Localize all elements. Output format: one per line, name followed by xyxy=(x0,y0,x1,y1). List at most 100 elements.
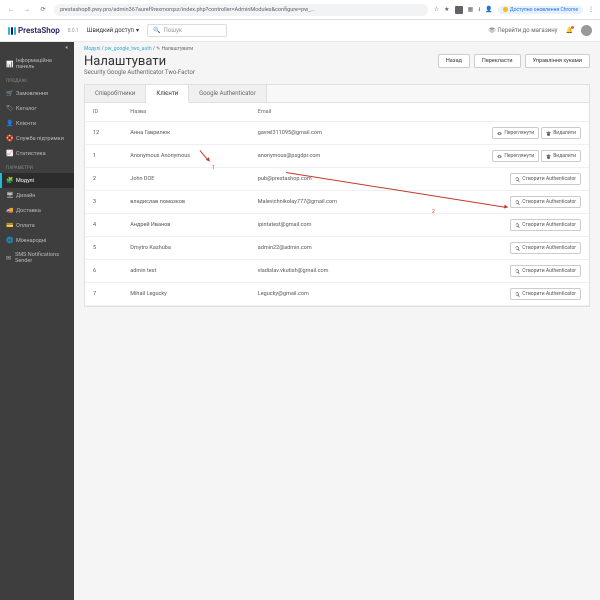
page-subtitle: Security Google Authenticator Two-Factor xyxy=(84,69,195,76)
manage-hooks-button[interactable]: Управління хуками xyxy=(525,54,590,68)
star-icon[interactable]: ★ xyxy=(444,6,449,13)
cell-name: John DOE xyxy=(122,168,249,191)
menu-icon[interactable]: ⋮ xyxy=(588,6,594,13)
sidebar-item-payment[interactable]: 💳Оплата xyxy=(0,218,74,233)
cell-name: владислав помазков xyxy=(122,191,249,214)
sidebar-item-modules[interactable]: 🧩Модулі xyxy=(0,173,74,188)
breadcrumb-configure[interactable]: ✎ Налаштувати xyxy=(156,46,193,52)
logo-icon xyxy=(8,27,16,35)
sidebar-item-customers[interactable]: 👤Клієнти xyxy=(0,116,74,131)
col-name: Назва xyxy=(122,103,249,122)
table-row: 2John DOEpub@prestashop.comСтворити Auth… xyxy=(85,168,589,191)
puzzle-icon: 🧩 xyxy=(6,177,12,184)
update-dot-icon xyxy=(503,7,508,12)
browser-url-bar[interactable]: prestashop8.pwy.pro/admin367auref9rexmor… xyxy=(54,4,428,16)
chevron-down-icon: ▾ xyxy=(136,27,139,34)
create-authenticator-button[interactable]: Створити Authenticator xyxy=(510,219,581,231)
table-row: 7Mihail LeguckyLegucky@gmail.comСтворити… xyxy=(85,283,589,306)
tab-employees[interactable]: Співробітники xyxy=(85,85,146,102)
back-button[interactable]: Назад xyxy=(438,54,470,68)
tab-clients[interactable]: Клієнти xyxy=(146,85,189,103)
create-authenticator-button[interactable]: Створити Authenticator xyxy=(510,173,581,185)
translate-icon[interactable]: ☆ xyxy=(434,6,439,13)
sidebar-collapse-icon[interactable]: « xyxy=(0,42,74,54)
create-authenticator-button[interactable]: Створити Authenticator xyxy=(510,265,581,277)
sidebar-item-sms[interactable]: ✉SMS Notifications Sender xyxy=(0,248,74,268)
goto-store-link[interactable]: 👁 Перейти до магазину xyxy=(488,27,557,34)
url-text: prestashop8.pwy.pro/admin367auref9rexmor… xyxy=(60,7,315,13)
cell-actions: Створити Authenticator xyxy=(410,260,589,283)
extension-icon-2[interactable]: ▦ xyxy=(468,6,474,13)
sidebar-item-support[interactable]: 🛟Служба підтримки xyxy=(0,131,74,146)
sidebar-item-catalog[interactable]: 🏷Каталог xyxy=(0,101,74,116)
browser-reload[interactable]: ⟳ xyxy=(38,5,48,15)
sidebar-item-shipping[interactable]: 🚚Доставка xyxy=(0,203,74,218)
avatar[interactable] xyxy=(581,25,592,36)
truck-icon: 🚚 xyxy=(6,207,12,214)
cell-email: anonymous@psgdpr.com xyxy=(250,145,410,168)
cell-email: Malevichnikolay777@gmail.com xyxy=(250,191,410,214)
col-email: Email xyxy=(250,103,410,122)
delete-button[interactable]: Видалити xyxy=(541,150,581,162)
sidebar-item-stats[interactable]: 📈Статистика xyxy=(0,146,74,161)
search-input[interactable]: 🔍 Пошук xyxy=(147,24,227,37)
cell-actions: ПереглянутиВидалити xyxy=(410,122,589,145)
notifications-bell-icon[interactable]: 🔔 xyxy=(566,27,573,34)
browser-back[interactable]: ← xyxy=(6,5,16,15)
table-row: 1Anonymous Anonymousanonymous@psgdpr.com… xyxy=(85,145,589,168)
cell-actions: Створити Authenticator xyxy=(410,191,589,214)
sidebar-item-orders[interactable]: 🛒Замовлення xyxy=(0,86,74,101)
version-label: 8.0.1 xyxy=(68,28,79,34)
clients-table: ID Назва Email 12Анна Гаврилюкgavrel3110… xyxy=(85,103,589,306)
create-authenticator-button[interactable]: Створити Authenticator xyxy=(510,288,581,300)
extension-icon[interactable] xyxy=(455,6,463,14)
cell-email: vladislav.vkutish@gmail.com xyxy=(250,260,410,283)
download-icon[interactable]: ⭳ xyxy=(478,5,480,15)
stats-icon: 📈 xyxy=(6,150,12,157)
search-icon: 🔍 xyxy=(153,27,160,34)
breadcrumb-modules[interactable]: Модулі xyxy=(84,46,100,52)
quick-access-dropdown[interactable]: Швидкий доступ ▾ xyxy=(87,27,139,34)
chrome-update-button[interactable]: Доступно оновлення Chrome xyxy=(498,6,583,14)
breadcrumb-module-name[interactable]: pw_google_two_auth xyxy=(105,46,152,52)
cell-name: admin test xyxy=(122,260,249,283)
sidebar-item-dashboard[interactable]: 📊Інформаційна панель xyxy=(0,54,74,74)
cell-email: ipintatest@gmail.com xyxy=(250,214,410,237)
sidebar-item-international[interactable]: 🌐Міжнародні xyxy=(0,233,74,248)
cell-actions: Створити Authenticator xyxy=(410,283,589,306)
delete-button[interactable]: Видалити xyxy=(541,127,581,139)
cell-email: gavrel311095@gmail.com xyxy=(250,122,410,145)
globe-icon: 🌐 xyxy=(6,237,12,244)
cell-id: 5 xyxy=(85,237,122,260)
create-authenticator-button[interactable]: Створити Authenticator xyxy=(510,242,581,254)
profile-icon[interactable]: 👤 xyxy=(485,6,492,13)
cell-name: Анна Гаврилюк xyxy=(122,122,249,145)
browser-toolbar-icons: ☆ ★ ▦ ⭳ 👤 Доступно оновлення Chrome ⋮ xyxy=(434,5,594,15)
cell-actions: Створити Authenticator xyxy=(410,237,589,260)
cart-icon: 🛒 xyxy=(6,90,12,97)
card-icon: 💳 xyxy=(6,222,12,229)
view-button[interactable]: Переглянути xyxy=(492,150,539,162)
translate-button[interactable]: Перекласти xyxy=(474,54,521,68)
sms-icon: ✉ xyxy=(6,255,11,262)
browser-forward[interactable]: → xyxy=(22,5,32,15)
col-id: ID xyxy=(85,103,122,122)
content-panel: Співробітники Клієнти Google Authenticat… xyxy=(84,84,590,307)
cell-id: 2 xyxy=(85,168,122,191)
cell-id: 6 xyxy=(85,260,122,283)
cell-actions: Створити Authenticator xyxy=(410,214,589,237)
table-row: 6admin testvladislav.vkutish@gmail.com Ст… xyxy=(85,260,589,283)
support-icon: 🛟 xyxy=(6,135,12,142)
cell-name: Mihail Legucky xyxy=(122,283,249,306)
browser-chrome-bar: ← → ⟳ prestashop8.pwy.pro/admin367auref9… xyxy=(0,0,600,20)
cell-email: admin22@admin.com xyxy=(250,237,410,260)
tab-google-authenticator[interactable]: Google Authenticator xyxy=(189,85,267,102)
logo[interactable]: PrestaShop xyxy=(8,26,60,35)
sidebar-item-design[interactable]: 🖥Дизайн xyxy=(0,188,74,203)
view-button[interactable]: Переглянути xyxy=(492,127,539,139)
tag-icon: 🏷 xyxy=(6,105,12,112)
create-authenticator-button[interactable]: Створити Authenticator xyxy=(510,196,581,208)
user-icon: 👤 xyxy=(6,120,12,127)
table-row: 5Dmytro Kashubaadmin22@admin.comСтворити… xyxy=(85,237,589,260)
cell-id: 4 xyxy=(85,214,122,237)
